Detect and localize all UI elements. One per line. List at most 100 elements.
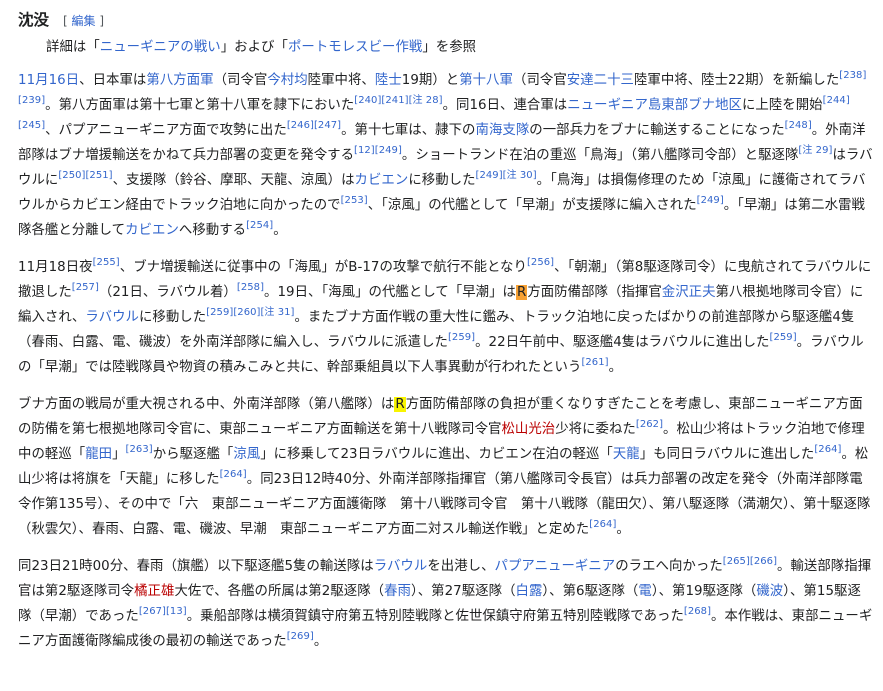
citation-ref: [241] bbox=[381, 95, 408, 106]
citation-ref: [250] bbox=[58, 170, 85, 181]
text-run: 。 bbox=[273, 223, 287, 238]
citation-link[interactable]: [264] bbox=[220, 469, 247, 480]
citation-link[interactable]: [245] bbox=[18, 120, 45, 131]
text-run: 、ブナ増援輸送に従事中の「海風」がB-17の攻撃で航行不能となり bbox=[119, 260, 527, 275]
citation-link[interactable]: [264] bbox=[814, 444, 841, 455]
citation-link[interactable]: [264] bbox=[589, 519, 616, 530]
highlighted-text: R bbox=[516, 285, 528, 300]
text-run: 少将に委ねた bbox=[555, 422, 636, 437]
wiki-link[interactable]: 涼風 bbox=[233, 447, 260, 462]
citation-ref: [264] bbox=[814, 444, 841, 455]
citation-ref: [256] bbox=[527, 257, 554, 268]
wiki-link[interactable]: カビエン bbox=[355, 173, 409, 188]
citation-link[interactable]: [13] bbox=[166, 606, 187, 617]
wiki-link[interactable]: パプアニューギニア bbox=[495, 559, 616, 574]
wiki-link[interactable]: 春雨 bbox=[384, 584, 411, 599]
citation-ref: [262] bbox=[636, 419, 663, 430]
text-run: 。 bbox=[313, 634, 328, 649]
text-run: ）、第6駆逐隊（ bbox=[542, 584, 639, 599]
citation-link[interactable]: [266] bbox=[750, 556, 777, 567]
citation-link[interactable]: [259] bbox=[448, 332, 475, 343]
citation-link[interactable]: [254] bbox=[246, 220, 273, 231]
wiki-link[interactable]: 金沢正夫 bbox=[662, 285, 716, 300]
citation-link[interactable]: [268] bbox=[684, 606, 711, 617]
text-run: 、日本軍は bbox=[79, 73, 147, 88]
citation-link[interactable]: [250] bbox=[58, 170, 85, 181]
wiki-link[interactable]: 今村均 bbox=[267, 73, 307, 88]
wiki-link[interactable]: ポートモレスビー作戦 bbox=[288, 40, 422, 55]
citation-link[interactable]: [265] bbox=[723, 556, 750, 567]
wiki-link[interactable]: 11月16日 bbox=[18, 73, 79, 88]
text-run: 、「涼風」の代艦として「早潮」が支援隊に編入された bbox=[367, 198, 697, 213]
citation-link[interactable]: [269] bbox=[287, 631, 314, 642]
wiki-link[interactable]: 陸士 bbox=[375, 73, 402, 88]
wiki-link[interactable]: 白露 bbox=[516, 584, 543, 599]
citation-ref: [266] bbox=[750, 556, 777, 567]
text-run: 陸軍中将、陸士22期）を新編した bbox=[633, 73, 840, 88]
wiki-link[interactable]: 橘正雄 bbox=[134, 584, 174, 599]
text-run: ）、第27駆逐隊（ bbox=[410, 584, 516, 599]
citation-link[interactable]: [239] bbox=[18, 95, 45, 106]
citation-link[interactable]: [注 29] bbox=[798, 145, 832, 156]
citation-link[interactable]: [12] bbox=[354, 145, 375, 156]
citation-link[interactable]: [251] bbox=[85, 170, 112, 181]
citation-link[interactable]: [253] bbox=[341, 195, 368, 206]
wiki-link[interactable]: ラバウル bbox=[85, 310, 139, 325]
citation-link[interactable]: [246] bbox=[287, 120, 314, 131]
wiki-link[interactable]: 磯波 bbox=[756, 584, 783, 599]
citation-ref: [239] bbox=[18, 95, 45, 106]
citation-link[interactable]: [注 28] bbox=[409, 95, 443, 106]
citation-link[interactable]: [注 31] bbox=[260, 307, 294, 318]
citation-link[interactable]: [248] bbox=[785, 120, 812, 131]
citation-ref: [259] bbox=[448, 332, 475, 343]
citation-link[interactable]: [247] bbox=[314, 120, 341, 131]
citation-link[interactable]: [238] bbox=[839, 70, 866, 81]
citation-link[interactable]: [249] bbox=[697, 195, 724, 206]
citation-link[interactable]: [260] bbox=[233, 307, 260, 318]
wiki-link[interactable]: 天龍 bbox=[613, 447, 640, 462]
section-heading: 沈没 [ 編集 ] bbox=[18, 8, 874, 32]
text-run: 」に移乗して23日ラバウルに進出、カビエン在泊の軽巡「 bbox=[260, 447, 613, 462]
citation-link[interactable]: [258] bbox=[237, 282, 264, 293]
citation-link[interactable]: [249] bbox=[476, 170, 503, 181]
citation-link[interactable]: [244] bbox=[823, 95, 850, 106]
citation-link[interactable]: [257] bbox=[72, 282, 99, 293]
wiki-link[interactable]: 電 bbox=[638, 584, 651, 599]
hatnote: 詳細は「ニューギニアの戦い」および「ポートモレスビー作戦」を参照 bbox=[18, 35, 874, 60]
text-run: に移動した bbox=[138, 310, 207, 325]
citation-link[interactable]: [240] bbox=[354, 95, 381, 106]
wiki-link[interactable]: 安達二十三 bbox=[567, 73, 634, 88]
wiki-link[interactable]: 南海支隊 bbox=[476, 123, 530, 138]
wiki-link[interactable]: 第八方面軍 bbox=[146, 73, 213, 88]
citation-link[interactable]: [263] bbox=[126, 444, 153, 455]
wiki-link[interactable]: カビエン bbox=[125, 223, 179, 238]
citation-link[interactable]: [249] bbox=[375, 145, 402, 156]
text-run: 。22日午前中、駆逐艦4隻はラバウルに進出した bbox=[475, 335, 770, 350]
citation-link[interactable]: [267] bbox=[139, 606, 166, 617]
citation-ref: [269] bbox=[287, 631, 314, 642]
wiki-link[interactable]: 松山光治 bbox=[501, 422, 555, 437]
citation-link[interactable]: [256] bbox=[527, 257, 554, 268]
edit-section-link[interactable]: 編集 bbox=[72, 14, 96, 28]
wiki-link[interactable]: 龍田 bbox=[85, 447, 112, 462]
citation-ref: [注 28] bbox=[409, 95, 443, 106]
citation-link[interactable]: [255] bbox=[93, 257, 120, 268]
text-run: 。第八方面軍は第十七軍と第十八軍を隷下においた bbox=[45, 98, 355, 113]
citation-link[interactable]: [261] bbox=[581, 357, 608, 368]
citation-link[interactable]: [259] bbox=[206, 307, 233, 318]
citation-link[interactable]: [259] bbox=[770, 332, 797, 343]
citation-ref: [258] bbox=[237, 282, 264, 293]
wiki-link[interactable]: ラバウル bbox=[374, 559, 428, 574]
citation-ref: [240] bbox=[354, 95, 381, 106]
wiki-link[interactable]: 第十八軍 bbox=[459, 73, 513, 88]
text-run: 。ショートランド在泊の重巡「鳥海」（第八艦隊司令部）と駆逐隊 bbox=[401, 148, 799, 163]
wiki-link[interactable]: ニューギニアの戦い bbox=[100, 40, 221, 55]
text-run: 」 bbox=[112, 447, 126, 462]
citation-link[interactable]: [262] bbox=[636, 419, 663, 430]
text-run: 、パプアニューギニア方面で攻勢に出た bbox=[45, 123, 287, 138]
citation-link[interactable]: [注 30] bbox=[503, 170, 537, 181]
citation-ref: [245] bbox=[18, 120, 45, 131]
citation-ref: [注 29] bbox=[798, 145, 832, 156]
citation-link[interactable]: [241] bbox=[381, 95, 408, 106]
wiki-link[interactable]: ニューギニア島東部ブナ地区 bbox=[567, 98, 742, 113]
